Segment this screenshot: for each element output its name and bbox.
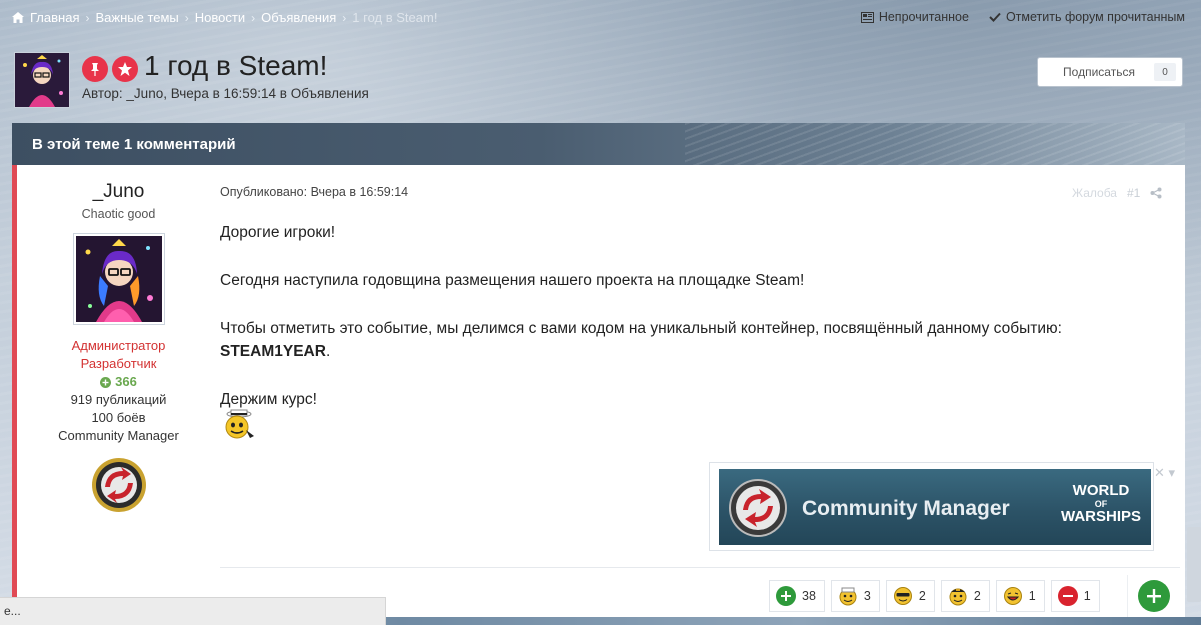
sailor-smile-emoticon	[220, 408, 258, 440]
share-icon[interactable]	[1150, 187, 1162, 199]
reaction-like[interactable]: 38	[769, 580, 825, 612]
chevron-right-icon: ›	[85, 10, 90, 25]
chevron-right-icon: ›	[342, 10, 347, 25]
breadcrumb-home[interactable]: Главная	[30, 10, 79, 25]
post-tools: Жалоба #1	[1072, 186, 1162, 200]
chevron-right-icon: ›	[184, 10, 189, 25]
top-actions: Непрочитанное Отметить форум прочитанным	[860, 10, 1185, 24]
breadcrumb-announcements[interactable]: Объявления	[261, 10, 336, 25]
reaction-count: 2	[973, 589, 981, 603]
comments-count-bar: В этой теме 1 комментарий	[12, 123, 1185, 165]
mark-forum-read-link[interactable]: Отметить форум прочитанным	[989, 10, 1185, 24]
pin-icon	[82, 56, 108, 82]
topic-badges	[82, 56, 138, 82]
reaction-count: 2	[918, 589, 926, 603]
promo-code: STEAM1YEAR	[220, 343, 326, 360]
signature-banner-image: Community Manager WORLD OF WARSHIPS	[719, 469, 1151, 545]
author-role-admin: Администратор	[71, 338, 166, 353]
captain-smile-icon	[948, 586, 968, 606]
signature-banner-text: Community Manager	[802, 497, 1010, 520]
author-battles-count: 100 боёв	[91, 410, 146, 425]
author-reputation: 366	[17, 373, 220, 391]
post-paragraph-signoff: Держим курс!	[220, 391, 317, 408]
post-paragraph-anniversary: Сегодня наступила годовщина размещения н…	[220, 272, 805, 289]
topic-author-avatar[interactable]	[14, 52, 70, 108]
plus-circle-icon	[100, 376, 112, 388]
reactions-bar: 38 3 2 2 1 1	[769, 580, 1100, 612]
breadcrumb-news[interactable]: Новости	[195, 10, 245, 25]
author-title: Chaotic good	[81, 207, 156, 221]
comments-count-label: В этой теме 1 комментарий	[32, 135, 236, 153]
report-link[interactable]: Жалоба	[1072, 186, 1117, 200]
minus-reaction-icon	[1057, 586, 1078, 606]
author-group: Community Manager	[58, 428, 179, 443]
newspaper-icon	[860, 11, 874, 23]
author-avatar[interactable]	[72, 233, 165, 325]
subscribe-label: Подписаться	[1063, 65, 1135, 79]
post-date: Опубликовано: Вчера в 16:59:14	[220, 185, 409, 199]
subscribe-button[interactable]: Подписаться 0	[1037, 57, 1183, 87]
banner-close-icon[interactable]: ✕ ▾	[1154, 465, 1175, 481]
reaction-count: 38	[802, 589, 816, 603]
post: _Juno Chaotic good Администратор Разрабо…	[12, 165, 1185, 625]
page-scrollbar[interactable]	[1187, 527, 1201, 602]
page-title: 1 год в Steam!	[144, 50, 328, 81]
plus-reaction-icon	[776, 586, 796, 606]
post-paragraph-code: Чтобы отметить это событие, мы делимся с…	[220, 317, 1160, 363]
reaction-dislike[interactable]: 1	[1050, 580, 1100, 612]
author-role-developer: Разработчик	[80, 356, 157, 371]
reaction-captain[interactable]: 2	[940, 580, 990, 612]
unread-label: Непрочитанное	[878, 10, 969, 24]
community-manager-medal-icon	[91, 457, 147, 513]
laugh-smile-icon	[1003, 586, 1023, 606]
browser-status-bar: e...	[0, 597, 386, 625]
world-of-warships-logo: WORLD OF WARSHIPS	[1061, 483, 1141, 525]
logo-world: WORLD	[1072, 482, 1130, 499]
post-author-panel: _Juno Chaotic good Администратор Разрабо…	[17, 165, 220, 513]
post-paragraph-greeting: Дорогие игроки!	[220, 224, 336, 241]
reputation-value: 366	[115, 374, 137, 389]
promo-code-period: .	[325, 343, 331, 360]
reaction-laugh[interactable]: 1	[995, 580, 1045, 612]
author-posts-count: 919 публикаций	[70, 392, 167, 407]
reaction-count: 1	[1028, 589, 1036, 603]
plus-icon	[1147, 589, 1161, 603]
reaction-count: 1	[1083, 589, 1091, 603]
reaction-cool[interactable]: 2	[885, 580, 935, 612]
sailor-smile-icon	[838, 586, 858, 606]
wargaming-logo-icon	[729, 479, 787, 537]
reaction-count: 3	[863, 589, 871, 603]
topic-byline: Автор: _Juno, Вчера в 16:59:14 в Объявле…	[82, 86, 369, 101]
add-reaction-button[interactable]	[1138, 580, 1170, 612]
subscribe-count: 0	[1154, 63, 1176, 81]
breadcrumb-current: 1 год в Steam!	[352, 10, 438, 25]
sunglasses-smile-icon	[893, 586, 913, 606]
chevron-right-icon: ›	[251, 10, 256, 25]
breadcrumb: Главная › Важные темы › Новости › Объявл…	[12, 10, 437, 25]
home-icon[interactable]	[12, 12, 24, 23]
check-icon	[989, 12, 1001, 22]
signature-banner: Community Manager WORLD OF WARSHIPS	[709, 462, 1154, 551]
unread-link[interactable]: Непрочитанное	[860, 10, 969, 24]
author-name[interactable]: _Juno	[17, 181, 220, 203]
featured-star-icon	[112, 56, 138, 82]
post-content: Дорогие игроки! Сегодня наступила годовщ…	[220, 221, 1160, 436]
post-code-intro: Чтобы отметить это событие, мы делимся с…	[220, 320, 1062, 337]
reaction-sailor[interactable]: 3	[830, 580, 880, 612]
logo-warships: WARSHIPS	[1060, 508, 1141, 525]
mark-read-label: Отметить форум прочитанным	[1005, 10, 1185, 24]
post-number-link[interactable]: #1	[1127, 186, 1140, 200]
breadcrumb-important[interactable]: Важные темы	[95, 10, 178, 25]
post-divider	[220, 567, 1180, 568]
